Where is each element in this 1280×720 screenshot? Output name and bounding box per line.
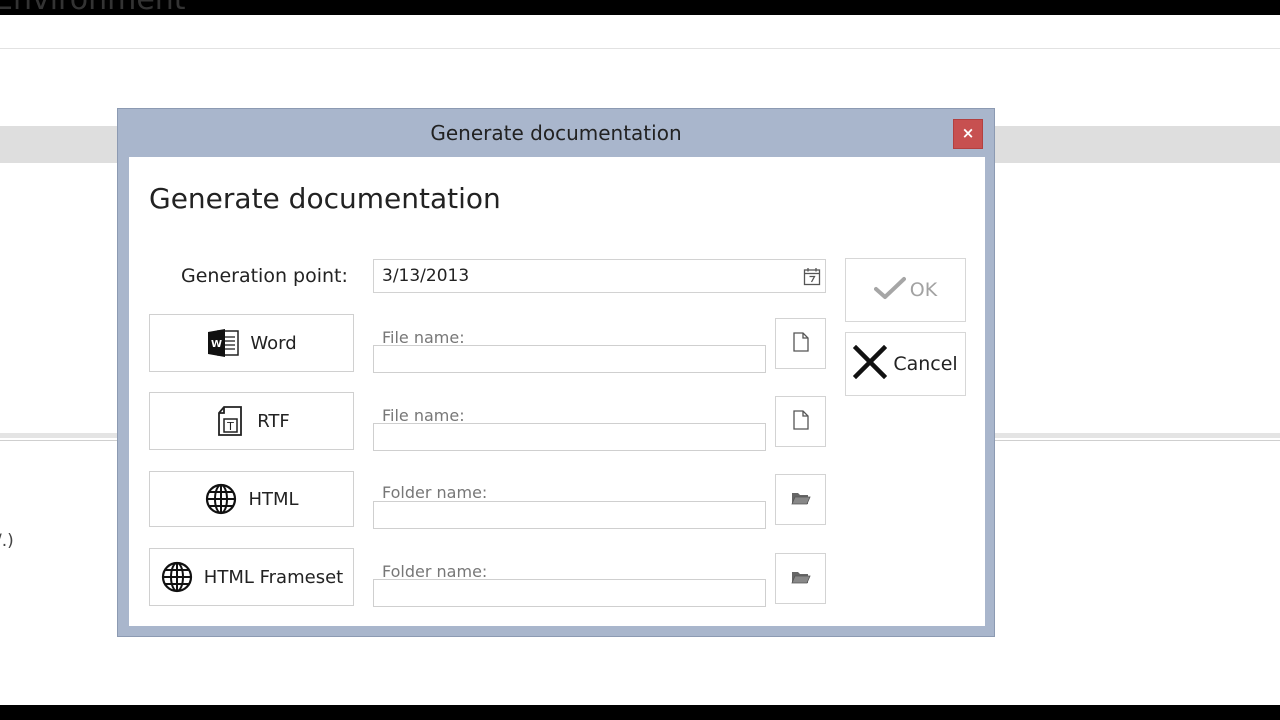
dialog-heading: Generate documentation: [149, 182, 501, 215]
html-folder-name-label: Folder name:: [382, 483, 488, 502]
ok-button[interactable]: OK: [845, 258, 966, 322]
html-button-label: HTML: [248, 488, 299, 510]
cancel-button[interactable]: Cancel: [845, 332, 966, 396]
file-icon: [792, 409, 809, 434]
ok-button-label: OK: [909, 279, 938, 301]
globe-icon: [160, 560, 194, 594]
word-browse-file-button[interactable]: [775, 318, 826, 369]
letterbox-bottom: [0, 705, 1280, 720]
close-button[interactable]: ×: [953, 119, 983, 149]
background-text: /.): [0, 531, 14, 551]
html-frameset-folder-name-input[interactable]: [373, 579, 766, 607]
html-frameset-browse-folder-button[interactable]: [775, 553, 826, 604]
folder-icon: [790, 490, 811, 510]
dialog-titlebar[interactable]: Generate documentation ×: [118, 109, 994, 157]
dialog-content: Generate documentation Generation point:…: [129, 157, 985, 626]
rtf-browse-file-button[interactable]: [775, 396, 826, 447]
background-divider: [0, 48, 1280, 49]
svg-text:W: W: [211, 339, 222, 350]
html-frameset-button-label: HTML Frameset: [203, 566, 344, 588]
generation-point-label: Generation point:: [181, 265, 348, 287]
folder-icon: [790, 569, 811, 589]
checkmark-icon: [873, 276, 906, 305]
word-button[interactable]: W Word: [149, 314, 354, 372]
background-heading: Environment: [0, 0, 186, 17]
generate-documentation-dialog: Generate documentation × Generate docume…: [117, 108, 995, 637]
calendar-icon[interactable]: [803, 267, 821, 286]
letterbox-top: [0, 0, 1280, 15]
generation-point-value[interactable]: 3/13/2013: [382, 266, 469, 286]
word-file-name-input[interactable]: [373, 345, 766, 373]
html-button[interactable]: HTML: [149, 471, 354, 527]
word-button-label: Word: [250, 332, 297, 354]
rtf-button[interactable]: T RTF: [149, 392, 354, 450]
cancel-button-label: Cancel: [893, 353, 958, 375]
rtf-button-label: RTF: [257, 410, 290, 432]
rtf-file-name-input[interactable]: [373, 423, 766, 451]
close-x-icon: [853, 344, 888, 384]
rtf-icon: T: [213, 404, 247, 438]
svg-text:T: T: [226, 420, 234, 433]
html-folder-name-input[interactable]: [373, 501, 766, 529]
html-browse-folder-button[interactable]: [775, 474, 826, 525]
dialog-title: Generate documentation: [430, 121, 682, 145]
file-icon: [792, 331, 809, 356]
word-icon: W: [206, 326, 240, 360]
generation-point-date-picker[interactable]: 3/13/2013: [373, 259, 826, 293]
html-frameset-button[interactable]: HTML Frameset: [149, 548, 354, 606]
globe-icon: [204, 482, 238, 516]
